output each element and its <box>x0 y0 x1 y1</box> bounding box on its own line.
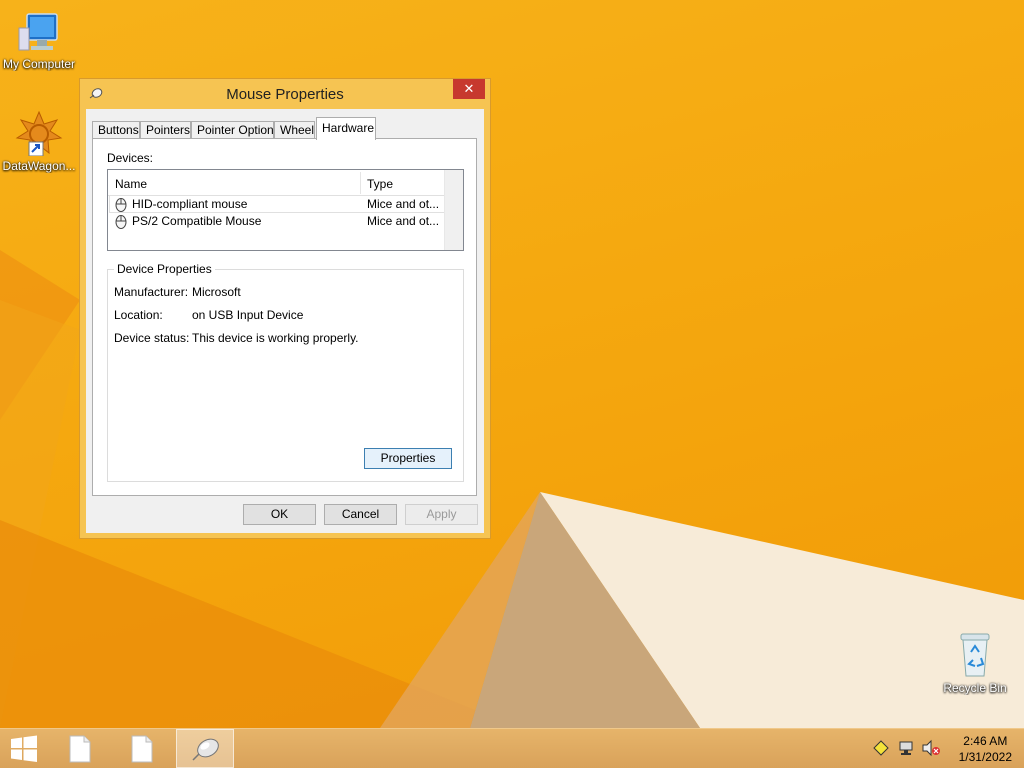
taskbar-item-document-2[interactable] <box>114 729 172 768</box>
devices-list[interactable]: Name Type HID-compliant mouse Mice and o… <box>107 169 464 251</box>
windows-logo-icon <box>11 735 37 762</box>
device-properties-title: Device Properties <box>114 262 215 276</box>
apply-button[interactable]: Apply <box>405 504 478 525</box>
location-value: on USB Input Device <box>192 308 304 322</box>
tab-pointer-options[interactable]: Pointer Options <box>191 121 280 139</box>
device-type: Mice and ot... <box>367 214 440 228</box>
taskbar-item-document-1[interactable] <box>52 729 110 768</box>
desktop: My Computer DataWagon... Recycle Bin Mou… <box>0 0 1024 728</box>
list-header: Name Type <box>108 170 445 196</box>
volume-muted-icon[interactable] <box>921 739 941 757</box>
desktop-icon-label: My Computer <box>2 57 76 71</box>
dialog-title: Mouse Properties <box>226 86 344 103</box>
manufacturer-value: Microsoft <box>192 285 241 299</box>
clock-time: 2:46 AM <box>963 734 1008 748</box>
taskbar: 2:46 AM 1/31/2022 <box>0 728 1024 768</box>
mouse-icon <box>192 738 219 761</box>
tab-wheel[interactable]: Wheel <box>274 121 315 139</box>
desktop-icon-label: DataWagon... <box>2 159 76 173</box>
device-type: Mice and ot... <box>367 197 440 211</box>
start-button[interactable] <box>0 729 48 768</box>
action-center-flag-icon[interactable] <box>872 739 890 757</box>
device-status-label: Device status: <box>114 331 190 345</box>
network-icon[interactable] <box>897 739 915 757</box>
desktop-icon-recycle-bin[interactable]: Recycle Bin <box>936 630 1014 695</box>
desktop-icon-label: Recycle Bin <box>943 681 1007 695</box>
dialog-client-area: Buttons Pointers Pointer Options Wheel H… <box>86 109 484 533</box>
ok-button[interactable]: OK <box>243 504 316 525</box>
taskbar-item-mouse-properties[interactable] <box>176 729 234 768</box>
desktop-icon-my-computer[interactable]: My Computer <box>0 10 78 71</box>
mouse-properties-dialog: Mouse Properties ✕ Buttons Pointers Poin… <box>79 78 491 539</box>
dialog-titlebar[interactable]: Mouse Properties ✕ <box>80 79 490 109</box>
desktop-icon-datawagon[interactable]: DataWagon... <box>0 110 78 173</box>
clock[interactable]: 2:46 AM 1/31/2022 <box>959 733 1012 765</box>
column-header-type[interactable]: Type <box>367 177 393 191</box>
cancel-button[interactable]: Cancel <box>324 504 397 525</box>
list-scrollbar[interactable] <box>444 170 463 250</box>
recycle-bin-icon <box>960 633 990 677</box>
list-item[interactable]: PS/2 Compatible Mouse Mice and ot... <box>110 213 445 229</box>
column-separator[interactable] <box>360 172 361 194</box>
mouse-device-icon <box>115 215 127 229</box>
tab-hardware[interactable]: Hardware <box>316 117 376 140</box>
mouse-device-icon <box>115 198 127 212</box>
device-status-value: This device is working properly. <box>192 331 359 345</box>
tab-pointers[interactable]: Pointers <box>140 121 191 139</box>
column-header-name[interactable]: Name <box>115 177 147 191</box>
manufacturer-label: Manufacturer: <box>114 285 189 299</box>
document-icon <box>131 735 153 763</box>
close-button[interactable]: ✕ <box>453 79 485 99</box>
computer-icon <box>18 13 58 51</box>
devices-label: Devices: <box>107 151 154 165</box>
list-item[interactable]: HID-compliant mouse Mice and ot... <box>109 195 446 213</box>
tab-buttons[interactable]: Buttons <box>92 121 140 139</box>
device-name: HID-compliant mouse <box>132 197 248 211</box>
hardware-tab-panel: Devices: Name Type HID-compliant mouse M… <box>92 138 477 496</box>
properties-button[interactable]: Properties <box>364 448 452 469</box>
datawagon-icon <box>15 110 63 157</box>
location-label: Location: <box>114 308 163 322</box>
device-properties-group: Device Properties Manufacturer: Microsof… <box>107 262 464 482</box>
device-name: PS/2 Compatible Mouse <box>132 214 262 228</box>
clock-date: 1/31/2022 <box>958 750 1012 764</box>
document-icon <box>69 735 91 763</box>
